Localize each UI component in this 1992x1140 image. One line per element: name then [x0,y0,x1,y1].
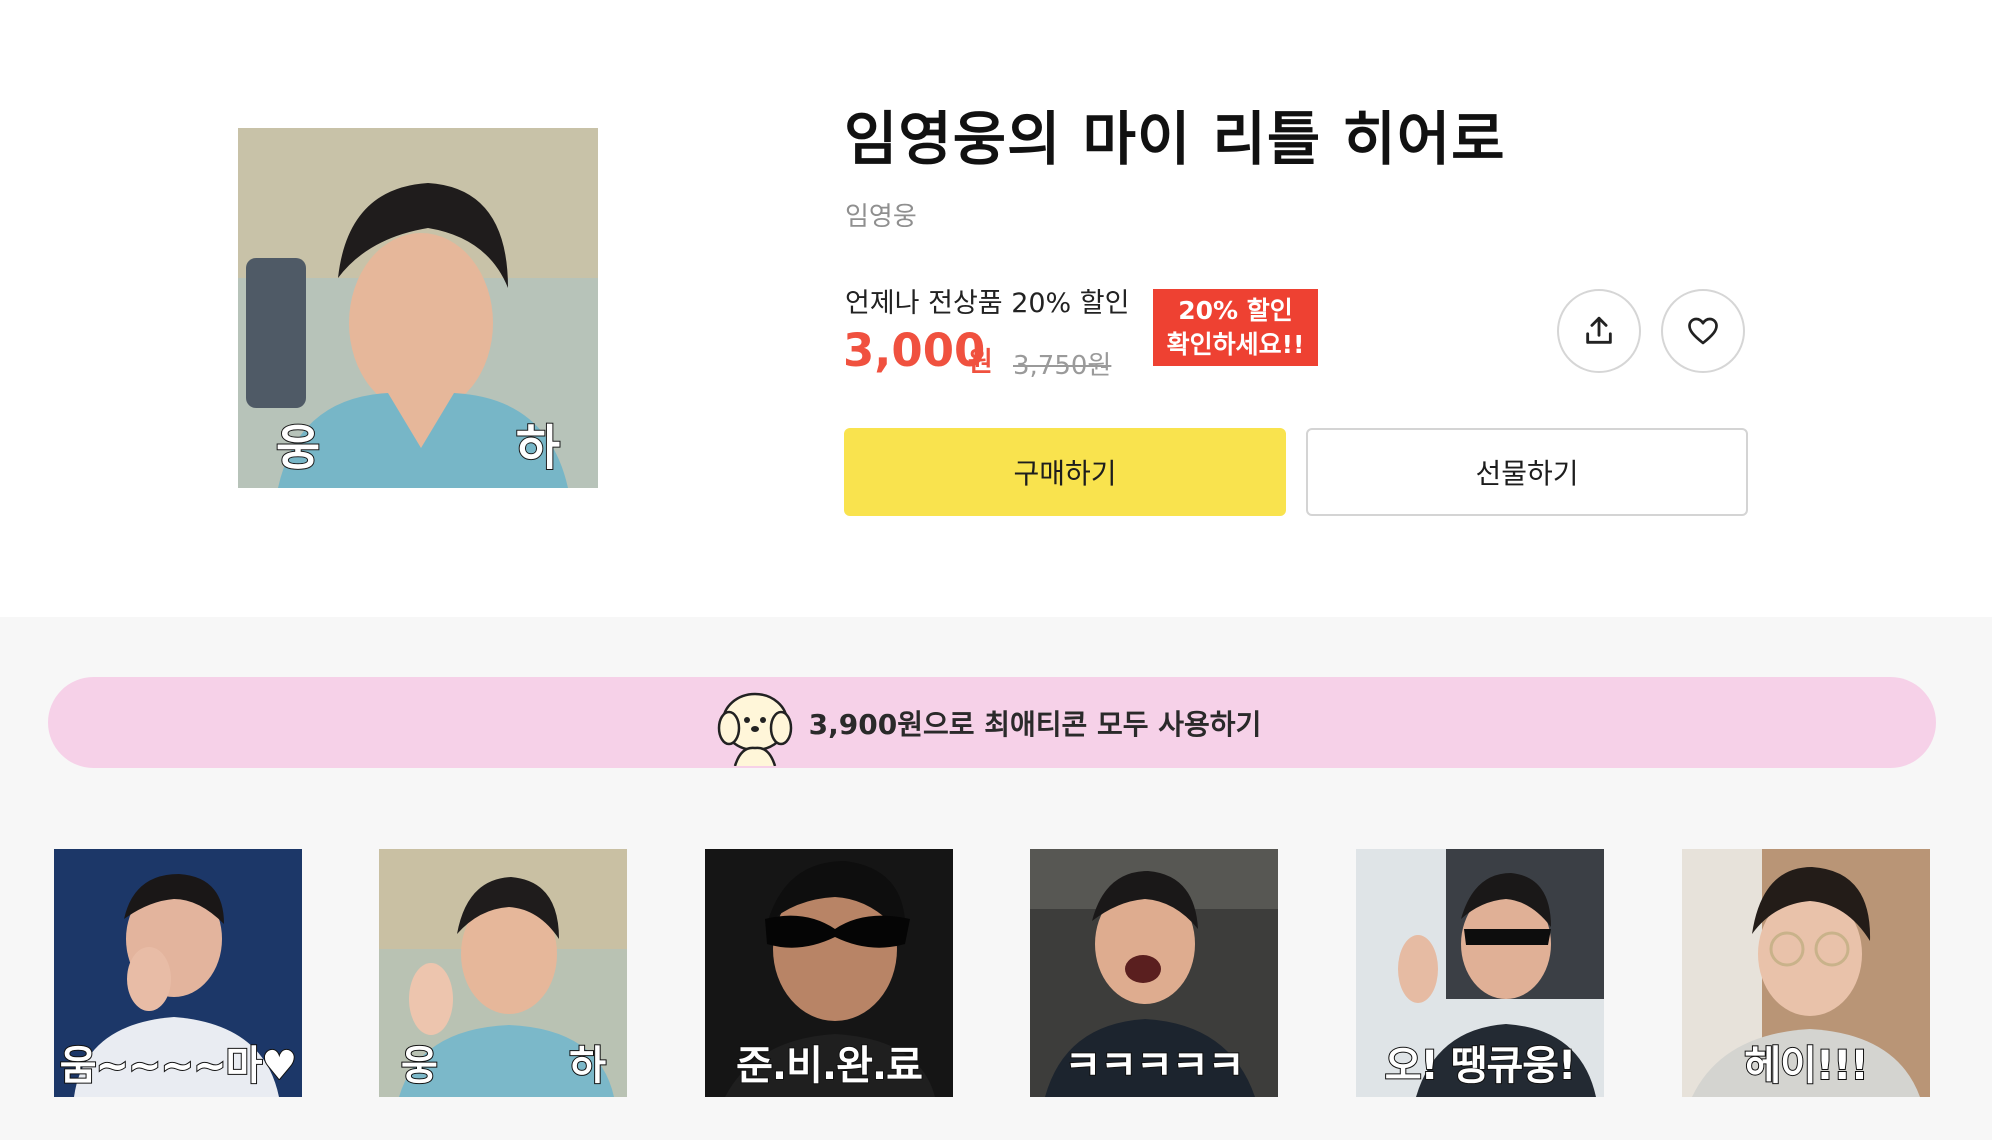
like-button[interactable] [1661,289,1745,373]
emoticon-caption-right: 하 [568,1042,607,1090]
emoticon-tile-2[interactable]: 웅 하 [379,849,627,1097]
emoticon-caption: ㅋㅋㅋㅋㅋ [1064,1042,1246,1090]
sale-price-unit: 원 [968,347,993,378]
emoticon-caption: 오! 땡큐웅! [1384,1042,1578,1090]
product-author[interactable]: 임영웅 [845,196,917,233]
discount-badge-line1: 20% 할인 [1178,295,1293,325]
sale-price: 3,000 [843,324,986,377]
promo-text: 언제나 전상품 20% 할인 [845,288,1130,319]
emoticon-tile-4[interactable]: ㅋㅋㅋㅋㅋ [1030,849,1278,1097]
emoticon-grid: 움~~~~마♥ 웅 하 준.비.완.료 ㅋㅋㅋㅋㅋ 오! 땡큐웅! 헤이!!! [54,849,1931,1097]
emoticon-caption: 준.비.완.료 [735,1042,924,1090]
original-price: 3,750원 [1013,351,1112,381]
share-upload-icon [1586,316,1612,344]
buy-button[interactable]: 구매하기 [844,428,1286,516]
discount-badge-line2: 확인하세요!! [1166,329,1305,359]
thumbnail-caption-left: 웅 [275,419,321,477]
emoticon-caption: 움~~~~마♥ [59,1042,299,1090]
emoticon-tile-3[interactable]: 준.비.완.료 [705,849,953,1097]
subscription-banner[interactable]: 3,900원으로 최애티콘 모두 사용하기 [48,677,1936,768]
product-title: 임영웅의 마이 리틀 히어로 [844,105,1506,173]
emoticon-tile-6[interactable]: 헤이!!! [1682,849,1930,1097]
product-thumbnail: 웅 하 [238,128,598,488]
share-button[interactable] [1557,289,1641,373]
puppy-mascot-icon [717,692,792,766]
emoticon-tile-5[interactable]: 오! 땡큐웅! [1356,849,1604,1097]
banner-text: 3,900원으로 최애티콘 모두 사용하기 [808,707,1262,741]
heart-outline-icon [1688,317,1718,345]
thumbnail-caption-right: 하 [515,419,561,477]
emoticon-caption-left: 웅 [400,1042,439,1090]
discount-badge: 20% 할인 확인하세요!! [1153,289,1318,366]
emoticon-caption: 헤이!!! [1743,1042,1869,1090]
emoticon-tile-1[interactable]: 움~~~~마♥ [54,849,302,1097]
gift-button[interactable]: 선물하기 [1306,428,1748,516]
product-header-section: 웅 하 임영웅의 마이 리틀 히어로 임영웅 언제나 전상품 20% 할인 3,… [0,0,1992,617]
